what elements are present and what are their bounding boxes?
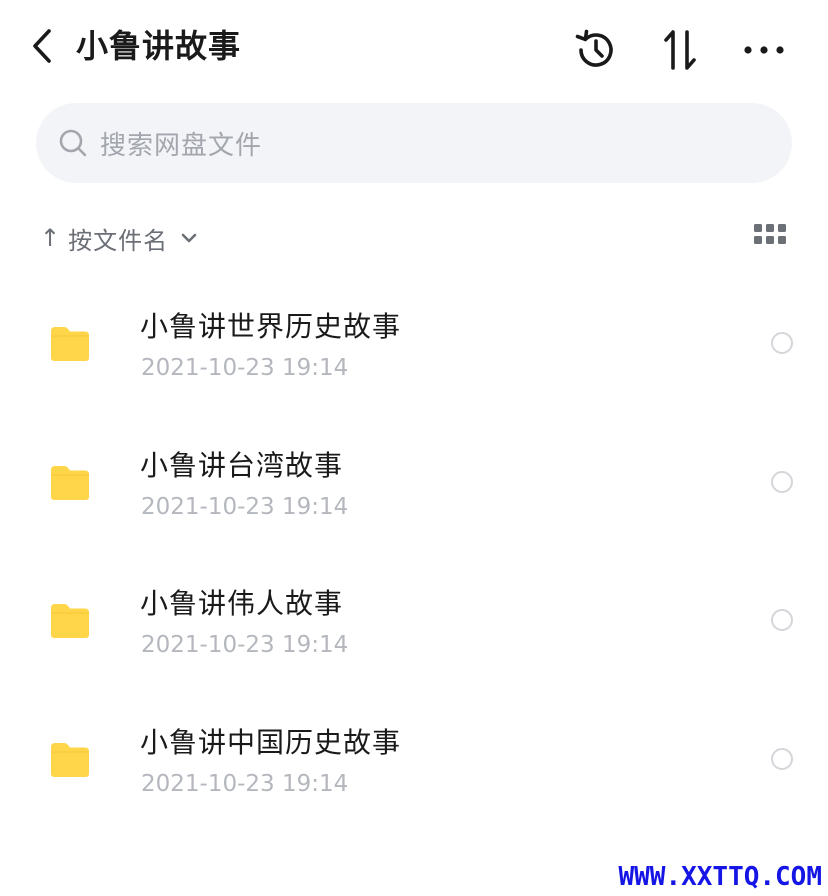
list-item[interactable]: 小鲁讲中国历史故事 2021-10-23 19:14	[0, 691, 828, 830]
page-title: 小鲁讲故事	[76, 27, 242, 65]
file-date: 2021-10-23 19:14	[141, 632, 349, 658]
select-radio[interactable]	[771, 609, 793, 631]
list-item[interactable]: 小鲁讲世界历史故事 2021-10-23 19:14	[0, 275, 828, 414]
search-placeholder: 搜索网盘文件	[100, 130, 263, 161]
select-radio[interactable]	[771, 332, 793, 354]
file-date: 2021-10-23 19:14	[141, 355, 349, 381]
file-name: 小鲁讲中国历史故事	[140, 725, 402, 759]
search-input[interactable]: 搜索网盘文件	[36, 103, 792, 183]
more-button[interactable]	[740, 26, 788, 74]
file-date: 2021-10-23 19:14	[141, 493, 349, 520]
sort-arrows-icon	[664, 30, 696, 70]
folder-icon	[51, 327, 89, 361]
header-bar: 小鲁讲故事	[0, 0, 828, 96]
search-icon	[58, 128, 88, 158]
sort-label: 按文件名	[68, 226, 169, 255]
select-radio[interactable]	[771, 470, 793, 493]
grid-view-icon[interactable]	[754, 224, 790, 252]
folder-icon	[51, 742, 89, 777]
more-dots-icon	[744, 46, 784, 54]
list-item[interactable]: 小鲁讲台湾故事 2021-10-23 19:14	[0, 414, 828, 553]
select-radio[interactable]	[771, 747, 793, 770]
watermark-text: WWW.XXTTQ.COM	[618, 862, 823, 892]
sort-direction-icon: ↑	[40, 224, 61, 252]
folder-icon	[51, 465, 89, 500]
chevron-left-icon	[33, 29, 51, 63]
file-date: 2021-10-23 19:14	[141, 770, 349, 797]
file-name: 小鲁讲伟人故事	[140, 587, 344, 620]
history-button[interactable]	[572, 26, 620, 74]
sort-button[interactable]	[656, 26, 704, 74]
chevron-down-icon	[180, 229, 198, 247]
file-name: 小鲁讲台湾故事	[140, 448, 344, 482]
file-list: 小鲁讲世界历史故事 2021-10-23 19:14 小鲁讲台湾故事 2021-…	[0, 275, 828, 829]
folder-icon	[51, 604, 89, 638]
list-item[interactable]: 小鲁讲伟人故事 2021-10-23 19:14	[0, 552, 828, 691]
history-clock-icon	[575, 29, 613, 67]
back-button[interactable]	[26, 24, 58, 68]
sort-by-name-toggle[interactable]: ↑ 按文件名	[40, 218, 198, 258]
file-name: 小鲁讲世界历史故事	[140, 310, 402, 343]
